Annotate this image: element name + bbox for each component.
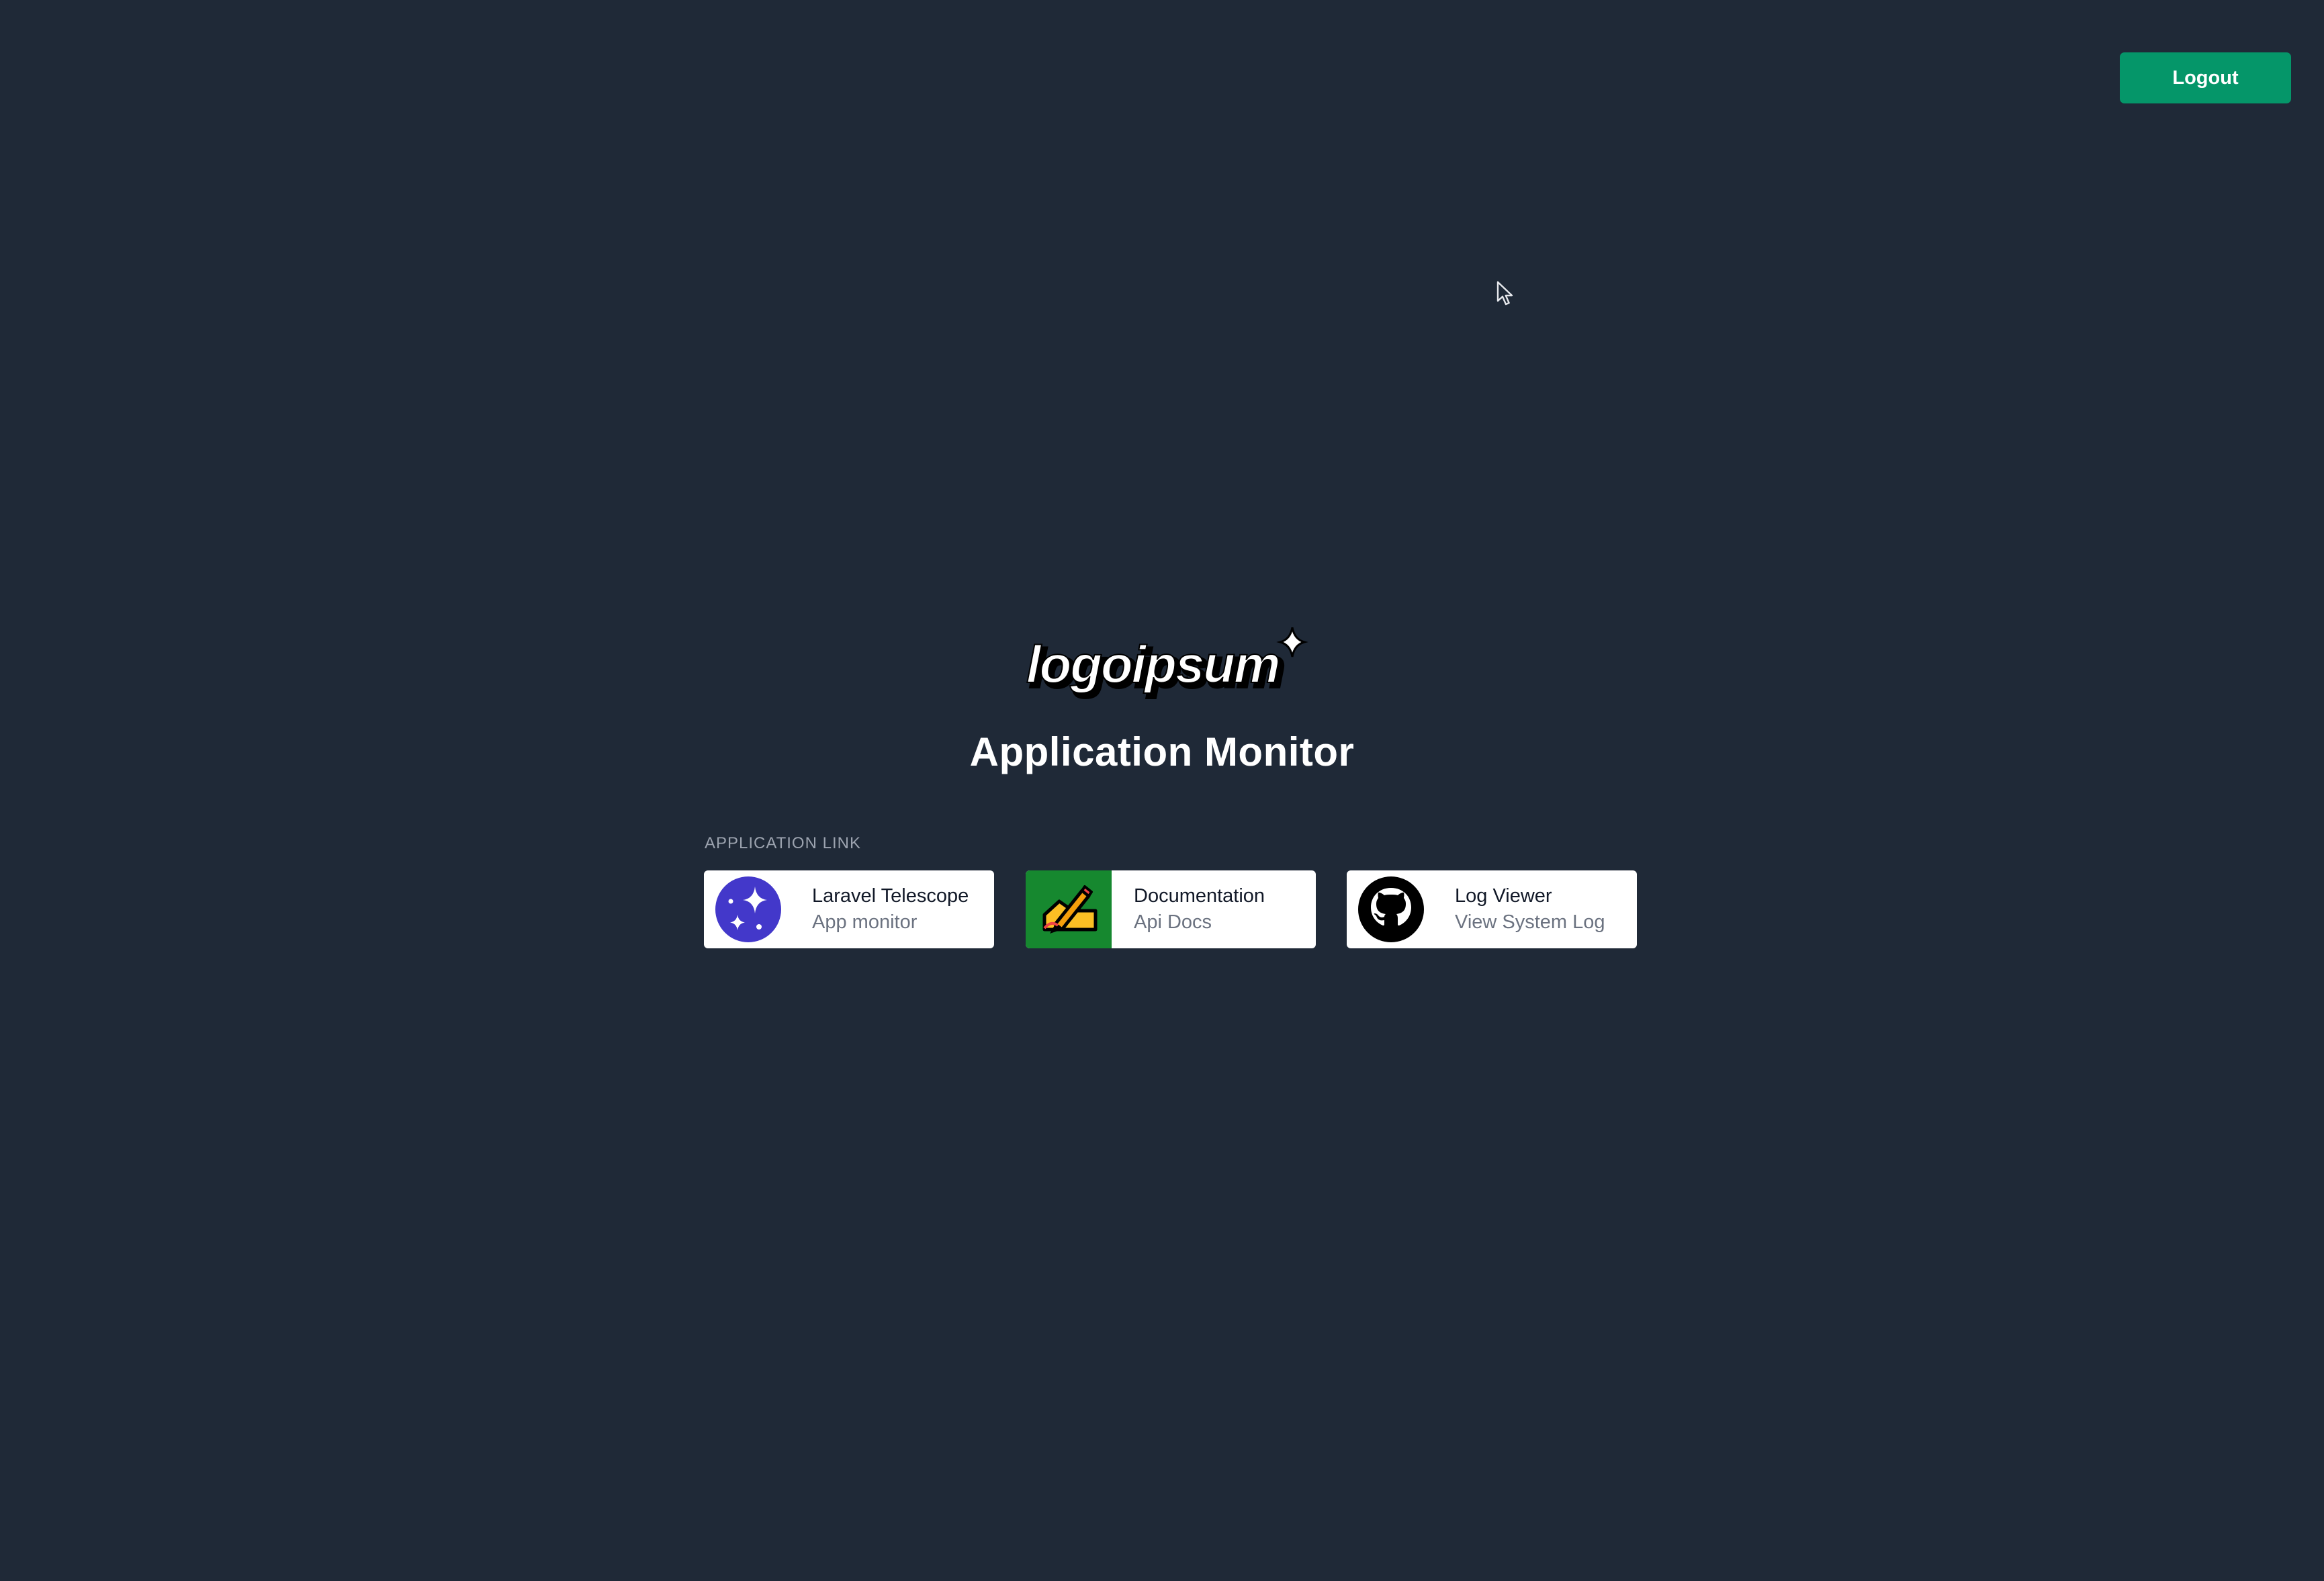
link-subtitle: Api Docs [1134,911,1212,933]
github-icon [1358,876,1424,942]
pencil-icon [1026,870,1112,948]
page-title: Application Monitor [969,729,1355,774]
logout-button[interactable]: Logout [2120,52,2291,103]
pencil-icon-graphic [1042,885,1098,934]
link-card-log-viewer[interactable]: Log Viewer View System Log [1347,870,1637,948]
link-card-laravel-telescope[interactable]: Laravel Telescope App monitor [704,870,994,948]
link-subtitle: App monitor [812,911,918,933]
brand-logo: logoipsum logoipsum [1026,627,1308,700]
mouse-cursor-icon [1496,281,1513,306]
section-label: APPLICATION LINK [705,834,861,852]
link-title: Laravel Telescope [812,885,969,907]
logo-sparkle-icon [1276,627,1308,658]
link-title: Documentation [1134,885,1265,907]
logo-text: logoipsum [1026,635,1279,694]
link-title: Log Viewer [1455,885,1552,907]
link-card-documentation[interactable]: Documentation Api Docs [1026,870,1316,948]
telescope-icon [715,876,781,942]
link-subtitle: View System Log [1455,911,1605,933]
